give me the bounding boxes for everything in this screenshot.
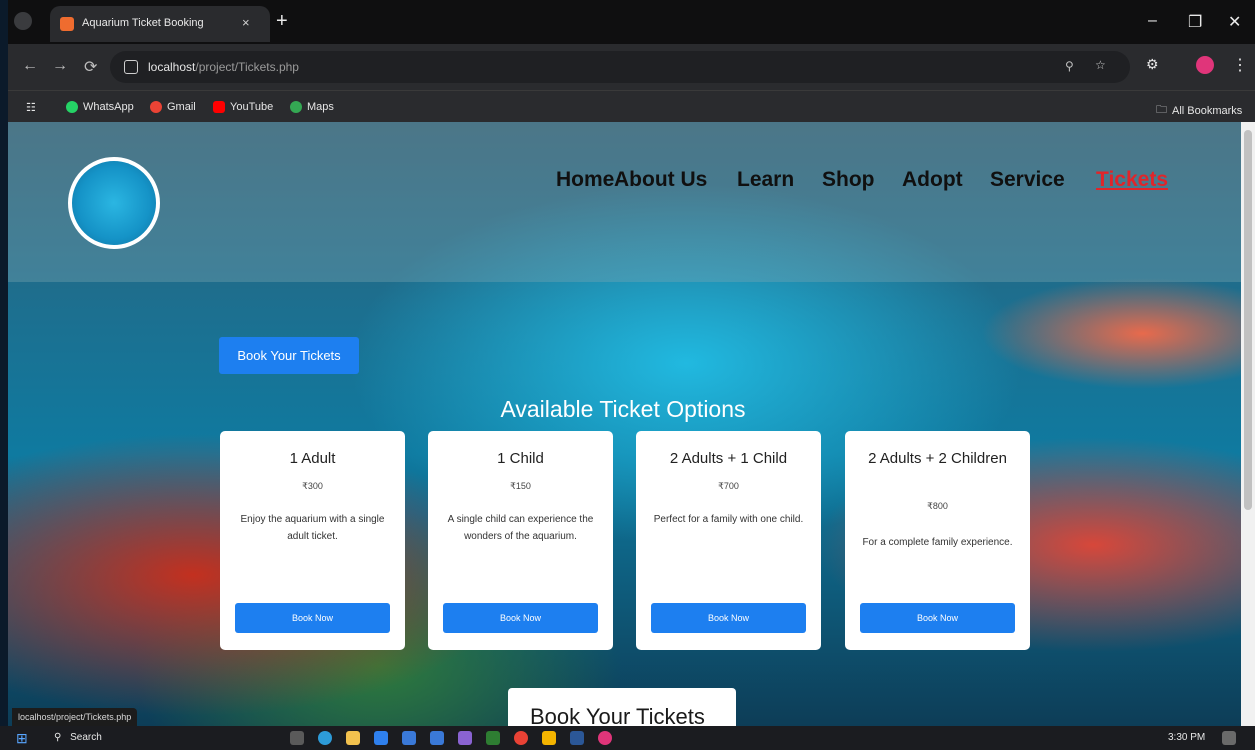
ticket-title: 1 Child <box>497 450 544 467</box>
page-scrollbar[interactable] <box>1241 122 1255 726</box>
mail-icon[interactable] <box>430 731 444 745</box>
app-icon[interactable] <box>598 731 612 745</box>
edge-icon[interactable] <box>318 731 332 745</box>
book-your-tickets-button[interactable]: Book Your Tickets <box>219 337 359 374</box>
windows-start-icon[interactable]: ⊞ <box>16 730 28 747</box>
ticket-description: Enjoy the aquarium with a single adult t… <box>240 514 385 542</box>
ticket-title: 1 Adult <box>289 450 336 467</box>
ticket-price: ₹700 <box>718 481 739 491</box>
bookmark-star-icon[interactable]: ☆ <box>1095 58 1106 72</box>
new-tab-button[interactable]: + <box>276 10 288 33</box>
favicon-icon <box>60 17 74 31</box>
nav-service[interactable]: Service <box>990 168 1065 192</box>
profile-avatar[interactable] <box>1196 56 1214 74</box>
ticket-price: ₹800 <box>927 501 948 511</box>
youtube-icon <box>213 101 225 113</box>
app-icon[interactable] <box>570 731 584 745</box>
nav-learn[interactable]: Learn <box>737 168 794 192</box>
app-icon[interactable] <box>458 731 472 745</box>
scrollbar-thumb[interactable] <box>1244 130 1252 510</box>
book-now-button[interactable]: Book Now <box>860 603 1015 633</box>
browser-tab[interactable]: Aquarium Ticket Booking × <box>50 6 270 42</box>
reload-icon[interactable]: ⟳ <box>84 57 97 77</box>
booking-form-panel: Book Your Tickets <box>508 688 736 726</box>
taskbar-clock[interactable]: 3:30 PM <box>1168 732 1205 743</box>
ticket-card: 1 Child ₹150 A single child can experien… <box>428 431 613 650</box>
gmail-icon <box>150 101 162 113</box>
ticket-price: ₹300 <box>302 481 323 491</box>
chrome-icon[interactable] <box>514 731 528 745</box>
maps-icon <box>290 101 302 113</box>
site-header <box>8 122 1241 282</box>
zoom-icon[interactable]: ⚲ <box>1065 59 1074 73</box>
all-bookmarks[interactable]: 🗀 All Bookmarks <box>1156 101 1242 120</box>
minimize-icon[interactable]: – <box>1148 12 1157 30</box>
booking-form-heading: Book Your Tickets <box>530 704 705 726</box>
ticket-description: A single child can experience the wonder… <box>447 514 594 542</box>
file-explorer-icon[interactable] <box>346 731 360 745</box>
browser-tab-bar: Aquarium Ticket Booking × + – ❐ ✕ <box>8 0 1255 44</box>
notifications-icon[interactable] <box>1222 731 1236 745</box>
nav-adopt[interactable]: Adopt <box>902 168 963 192</box>
tab-search-icon[interactable] <box>14 12 32 30</box>
extensions-icon[interactable]: ⚙ <box>1146 56 1159 73</box>
whatsapp-icon <box>66 101 78 113</box>
bookmark-maps[interactable]: Maps <box>290 101 334 113</box>
link-status-bar: localhost/project/Tickets.php <box>12 708 138 726</box>
ticket-card: 2 Adults + 2 Children ₹800 For a complet… <box>845 431 1030 650</box>
tab-close-icon[interactable]: × <box>242 15 250 30</box>
forward-icon[interactable]: → <box>52 57 68 75</box>
ticket-options-heading: Available Ticket Options <box>500 396 746 422</box>
close-window-icon[interactable]: ✕ <box>1228 12 1241 32</box>
bookmark-youtube[interactable]: YouTube <box>213 101 273 113</box>
store-icon[interactable] <box>402 731 416 745</box>
book-now-button[interactable]: Book Now <box>235 603 390 633</box>
url-path: /project/Tickets.php <box>195 60 299 74</box>
app-icon[interactable] <box>486 731 500 745</box>
bookmark-gmail[interactable]: Gmail <box>150 101 196 113</box>
bookmarks-bar: ☷ WhatsApp Gmail YouTube Maps 🗀 All Bookm… <box>8 90 1255 123</box>
nav-home[interactable]: Home <box>556 168 614 192</box>
ticket-description: For a complete family experience. <box>862 537 1013 548</box>
aquarium-logo[interactable] <box>68 157 160 249</box>
page-viewport: Home About Us Learn Shop Adopt Service T… <box>8 122 1241 726</box>
ticket-card: 1 Adult ₹300 Enjoy the aquarium with a s… <box>220 431 405 650</box>
nav-about-us[interactable]: About Us <box>614 168 707 192</box>
taskbar-search-label: Search <box>70 732 102 743</box>
ticket-title: 2 Adults + 1 Child <box>669 450 788 467</box>
app-icon[interactable] <box>542 731 556 745</box>
back-icon[interactable]: ← <box>22 57 38 75</box>
taskbar-search[interactable]: ⚲ Search <box>54 732 102 743</box>
ticket-card: 2 Adults + 1 Child ₹700 Perfect for a fa… <box>636 431 821 650</box>
ticket-description: Perfect for a family with one child. <box>653 514 804 525</box>
vscode-icon[interactable] <box>374 731 388 745</box>
site-info-icon[interactable] <box>124 60 138 74</box>
book-now-button[interactable]: Book Now <box>651 603 806 633</box>
windows-taskbar: ⊞ ⚲ Search 3:30 PM <box>0 726 1255 750</box>
folder-icon: 🗀 <box>1156 104 1167 116</box>
menu-icon[interactable]: ⋮ <box>1232 55 1248 75</box>
tab-title: Aquarium Ticket Booking <box>82 17 204 29</box>
apps-icon[interactable]: ☷ <box>26 101 36 114</box>
nav-shop[interactable]: Shop <box>822 168 875 192</box>
task-view-icon[interactable] <box>290 731 304 745</box>
maximize-icon[interactable]: ❐ <box>1188 12 1202 32</box>
url-field[interactable]: localhost/project/Tickets.php ⚲ ☆ <box>110 51 1130 83</box>
nav-tickets[interactable]: Tickets <box>1096 168 1168 192</box>
bookmark-whatsapp[interactable]: WhatsApp <box>66 101 134 113</box>
url-host: localhost <box>148 60 196 74</box>
book-now-button[interactable]: Book Now <box>443 603 598 633</box>
ticket-price: ₹150 <box>510 481 531 491</box>
ticket-title: 2 Adults + 2 Children <box>868 450 1007 467</box>
search-icon: ⚲ <box>54 732 62 743</box>
